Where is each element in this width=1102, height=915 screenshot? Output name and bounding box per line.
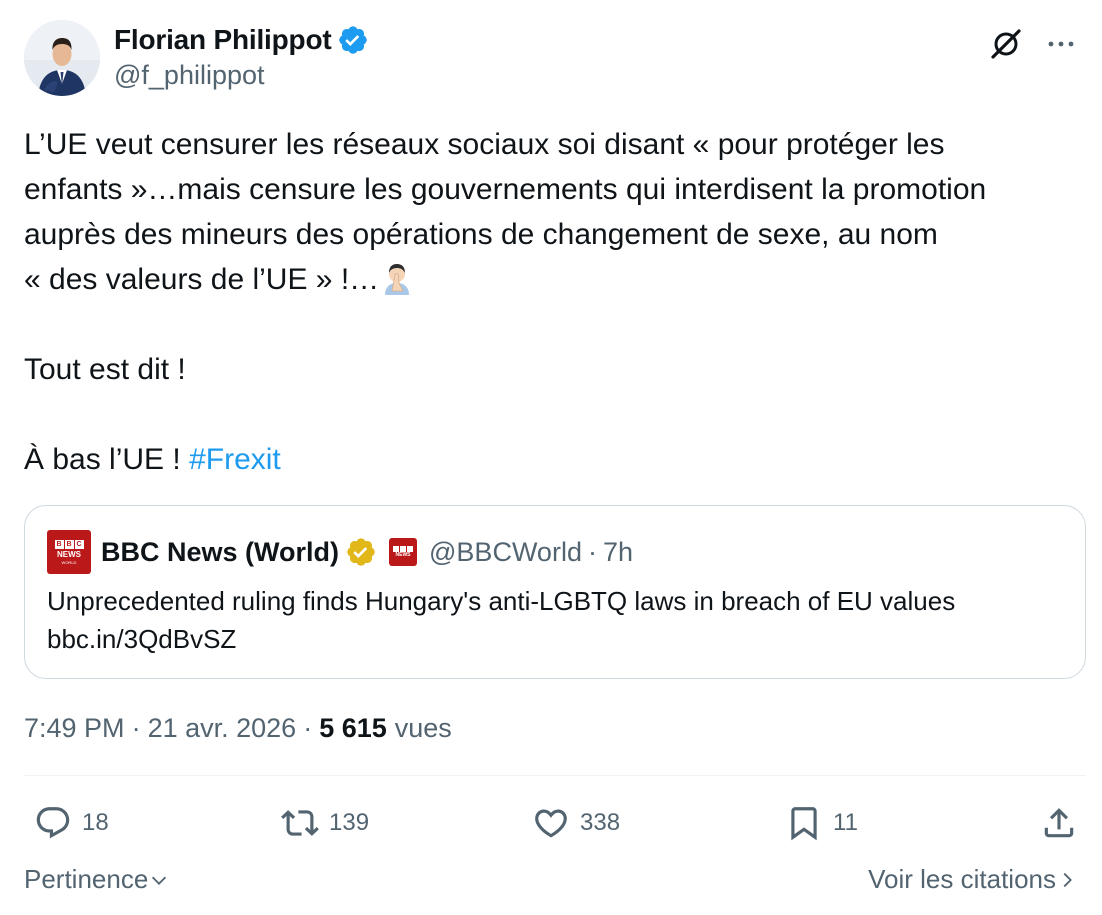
tweet-text-span: À bas l’UE !: [24, 443, 190, 476]
repost-count: 139: [329, 809, 370, 836]
separator-dot: ·: [587, 536, 597, 567]
like-count: 338: [580, 809, 621, 836]
author-block: Florian Philippot @f_philippot: [114, 22, 369, 91]
bbc-logo-subtext: WORLD: [61, 559, 77, 565]
more-options-icon[interactable]: [1044, 27, 1078, 61]
heart-icon: [535, 809, 567, 838]
tweet-text: L’UE veut censurer les réseaux sociaux s…: [24, 122, 1084, 482]
tweet-footer: Pertinence Voir les citations: [24, 864, 1078, 900]
bbc-block-letter: B: [54, 539, 64, 549]
tweet-text-line: À bas l’UE ! #Frexit: [24, 437, 1084, 482]
tweet-text-blank: [24, 302, 1084, 347]
author-handle[interactable]: @f_philippot: [114, 60, 369, 91]
repost-button[interactable]: 139: [281, 800, 369, 846]
quoted-tweet-text: Unprecedented ruling finds Hungary's ant…: [47, 582, 955, 658]
tweet-text-blank: [24, 392, 1084, 437]
bbc-affiliate-badge-icon[interactable]: NEWS: [389, 538, 418, 566]
post-date[interactable]: 21 avr. 2026: [148, 713, 297, 744]
author-name-row: Florian Philippot: [114, 22, 369, 58]
quoted-timestamp[interactable]: 7h: [603, 537, 633, 568]
tweet-text-line: Tout est dit !: [24, 353, 186, 386]
bookmark-button[interactable]: 11: [785, 800, 858, 846]
sort-dropdown[interactable]: Pertinence: [24, 864, 170, 895]
chevron-right-icon: [1063, 872, 1072, 887]
sort-label: Pertinence: [24, 864, 149, 894]
bookmark-icon: [791, 807, 817, 841]
tweet-text-line: auprès des mineurs des opérations de cha…: [24, 218, 938, 251]
chevron-down-icon: [152, 876, 167, 885]
view-quotes-label: Voir les citations: [868, 864, 1056, 894]
tweet-meta: 7:49 PM · 21 avr. 2026 · 5 615 vues: [24, 708, 452, 748]
reply-button[interactable]: 18: [34, 800, 109, 846]
quoted-link: bbc.in/3QdBvSZ: [47, 624, 237, 654]
avatar[interactable]: [24, 20, 100, 96]
share-button[interactable]: [1040, 800, 1078, 846]
reply-count: 18: [82, 809, 109, 836]
bookmark-count: 11: [833, 809, 858, 836]
grok-icon[interactable]: [988, 26, 1024, 62]
author-name[interactable]: Florian Philippot: [114, 24, 332, 56]
bbc-logo-text: NEWS: [57, 549, 81, 559]
bbc-block-letter: C: [74, 539, 84, 549]
tweet-top-actions: [988, 26, 1078, 62]
share-icon: [1044, 808, 1074, 838]
action-bar: 18 139 338 11: [24, 800, 1078, 846]
hashtag-link[interactable]: #Frexit: [189, 443, 281, 476]
quoted-tweet[interactable]: B B C NEWS WORLD BBC News (World) NEWS @…: [24, 505, 1086, 679]
bbc-small-text: NEWS: [395, 551, 411, 558]
tweet-text-span: « des valeurs de l’UE » !…: [24, 263, 380, 296]
bbc-blocks: B B C: [54, 539, 84, 549]
like-button[interactable]: 338: [532, 800, 620, 846]
quoted-author-handle[interactable]: @BBCWorld: [429, 537, 582, 568]
tweet-header: Florian Philippot @f_philippot: [24, 18, 1078, 98]
tweet-text-line: « des valeurs de l’UE » !…: [24, 257, 1084, 302]
bbc-news-avatar[interactable]: B B C NEWS WORLD: [47, 530, 91, 574]
views-count: 5 615: [319, 712, 387, 743]
separator-dot: ·: [131, 712, 141, 743]
views-label: vues: [394, 712, 452, 743]
quoted-tweet-header: B B C NEWS WORLD BBC News (World) NEWS @…: [47, 530, 633, 574]
tweet-text-line: enfants »…mais censure les gouvernements…: [24, 173, 987, 206]
reply-icon: [36, 807, 70, 839]
quoted-text-line: Unprecedented ruling finds Hungary's ant…: [47, 586, 956, 616]
tweet-text-line: L’UE veut censurer les réseaux sociaux s…: [24, 128, 945, 161]
separator-dot: ·: [303, 712, 313, 743]
view-quotes-link[interactable]: Voir les citations: [868, 864, 1078, 895]
face-palm-emoji-icon: [385, 264, 410, 295]
divider: [24, 775, 1086, 776]
post-time[interactable]: 7:49 PM: [24, 713, 125, 744]
verified-badge-icon[interactable]: [337, 24, 369, 56]
quoted-author-name[interactable]: BBC News (World): [101, 537, 339, 568]
repost-icon: [281, 810, 319, 836]
bbc-block-letter: B: [64, 539, 74, 549]
gold-verified-badge-icon[interactable]: [345, 536, 377, 568]
